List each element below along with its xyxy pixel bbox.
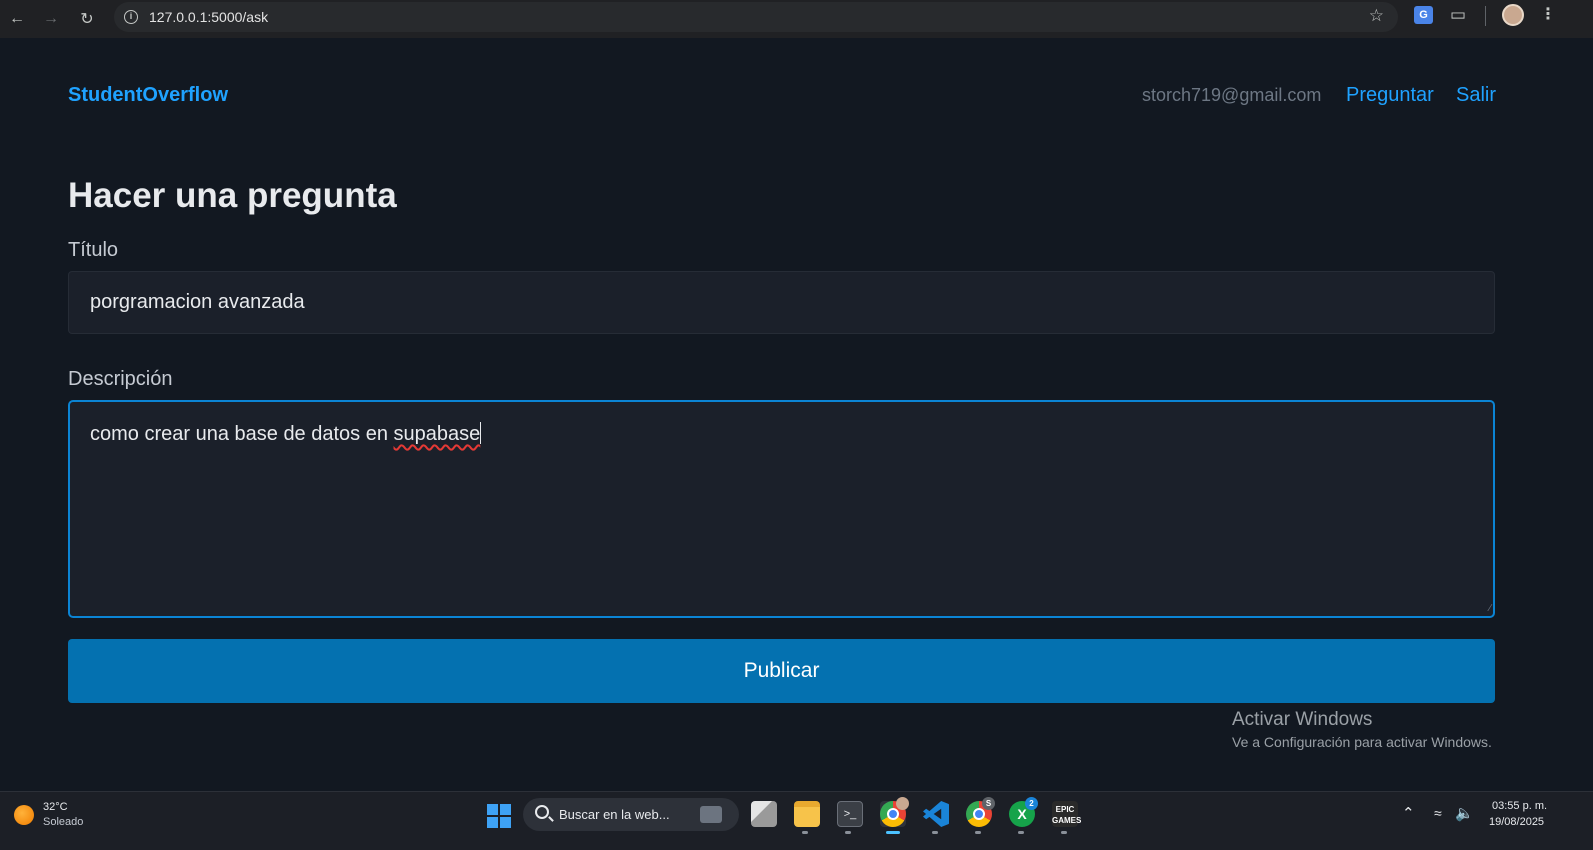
active-indicator (886, 831, 900, 834)
volume-icon[interactable]: 🔈 (1455, 804, 1474, 822)
user-email: storch719@gmail.com (1142, 85, 1322, 105)
extensions-puzzle-icon[interactable]: ▭ (1450, 5, 1466, 25)
resize-handle-icon[interactable]: ∕ (1489, 603, 1491, 614)
profile-avatar[interactable] (1502, 4, 1524, 26)
notification-badge: 2 (1025, 797, 1038, 810)
running-indicator (1061, 831, 1067, 834)
weather-condition[interactable]: Soleado (43, 816, 83, 828)
running-indicator (932, 831, 938, 834)
activate-windows-subtitle: Ve a Configuración para activar Windows. (1232, 734, 1492, 750)
search-icon (535, 805, 549, 819)
title-input[interactable]: porgramacion avanzada (68, 271, 1495, 334)
url-text[interactable]: 127.0.0.1:5000/ask (149, 9, 268, 25)
clock-date[interactable]: 19/08/2025 (1489, 816, 1544, 828)
description-text: como crear una base de datos en (90, 423, 394, 445)
description-textarea[interactable]: como crear una base de datos en supabase… (68, 400, 1495, 618)
windows-taskbar: 32°C Soleado Buscar en la web... >_ S X … (0, 791, 1593, 850)
terminal-icon[interactable]: >_ (837, 801, 863, 827)
chrome-icon[interactable] (880, 797, 909, 827)
address-bar[interactable]: i 127.0.0.1:5000/ask ☆ (114, 2, 1398, 32)
vscode-icon[interactable] (923, 801, 949, 827)
description-label: Descripción (68, 368, 173, 390)
title-label: Título (68, 239, 119, 261)
publish-button[interactable]: Publicar (68, 639, 1495, 703)
toolbar-divider (1485, 6, 1486, 26)
chrome-profile-icon[interactable]: S (966, 797, 995, 827)
misspelled-word: supabase (393, 423, 481, 445)
task-view-icon[interactable] (751, 801, 777, 827)
reload-icon[interactable]: ↻ (76, 8, 98, 30)
nav-logout-link[interactable]: Salir (1456, 84, 1496, 107)
running-indicator (845, 831, 851, 834)
weather-temperature[interactable]: 32°C (43, 801, 68, 813)
running-indicator (802, 831, 808, 834)
search-placeholder: Buscar en la web... (559, 807, 670, 822)
epic-games-icon[interactable]: EPIC GAMES (1052, 801, 1081, 827)
page-body: StudentOverflow storch719@gmail.com Preg… (0, 38, 1593, 791)
file-explorer-icon[interactable] (794, 801, 820, 827)
profile-badge: S (982, 797, 995, 810)
forward-arrow-icon[interactable]: → (40, 8, 62, 30)
brand-logo-link[interactable]: StudentOverflow (68, 84, 228, 107)
translate-extension-icon[interactable]: G (1414, 6, 1433, 24)
menu-dots-icon[interactable]: ⋮ (1540, 4, 1556, 24)
chevron-up-icon[interactable]: ⌃ (1402, 804, 1415, 822)
running-indicator (1018, 831, 1024, 834)
page-title: Hacer una pregunta (68, 176, 397, 215)
running-indicator (975, 831, 981, 834)
windows-start-icon[interactable] (487, 804, 511, 828)
wifi-icon[interactable]: ≈ (1434, 805, 1442, 821)
profile-badge-icon (896, 797, 909, 810)
nav-ask-link[interactable]: Preguntar (1346, 84, 1434, 107)
activate-windows-title: Activar Windows (1232, 709, 1373, 730)
site-info-icon[interactable]: i (124, 10, 138, 24)
camera-icon[interactable] (700, 806, 722, 823)
clock-time[interactable]: 03:55 p. m. (1492, 800, 1547, 812)
sun-weather-icon[interactable] (14, 805, 34, 825)
taskbar-search-box[interactable]: Buscar en la web... (523, 798, 739, 831)
back-arrow-icon[interactable]: ← (6, 8, 28, 30)
browser-toolbar: ← → ↻ i 127.0.0.1:5000/ask ☆ G ▭ ⋮ (0, 0, 1593, 38)
text-caret (480, 422, 482, 444)
xbox-icon[interactable]: X 2 (1009, 797, 1038, 827)
bookmark-star-icon[interactable]: ☆ (1369, 6, 1384, 26)
